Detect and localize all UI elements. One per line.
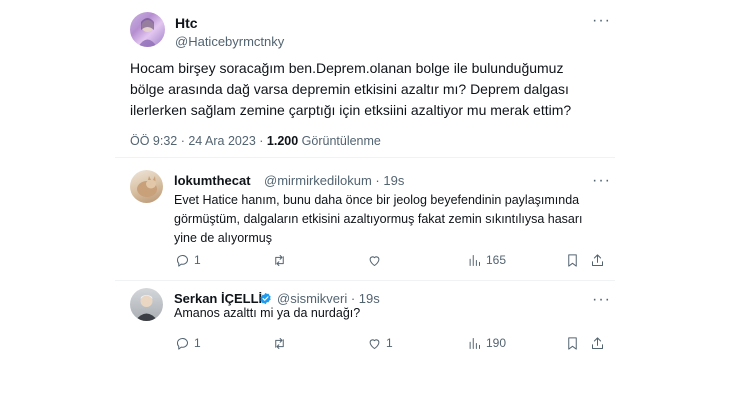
avatar[interactable] bbox=[130, 170, 163, 203]
reply-icon bbox=[176, 337, 188, 350]
author-handle[interactable]: @Haticebyrmctnky bbox=[175, 34, 284, 49]
avatar[interactable] bbox=[130, 288, 163, 321]
tweet-text: Hocam birşey soracağım ben.Deprem.olanan… bbox=[130, 60, 572, 118]
more-icon[interactable]: ··· bbox=[592, 173, 611, 189]
view-count: 165 bbox=[486, 253, 507, 267]
like-icon bbox=[369, 338, 380, 349]
like-count: 1 bbox=[386, 336, 393, 350]
view-count: 190 bbox=[486, 336, 507, 350]
bookmark-button[interactable] bbox=[565, 250, 580, 270]
views-button[interactable]: 190 bbox=[467, 333, 506, 353]
retweet-button[interactable] bbox=[272, 333, 291, 353]
views-icon bbox=[469, 254, 480, 266]
reply-icon bbox=[176, 254, 188, 267]
avatar-image bbox=[138, 18, 157, 47]
retweet-button[interactable] bbox=[272, 250, 291, 270]
divider bbox=[115, 157, 615, 158]
tweet-time[interactable]: ÖÖ 9:32 · 24 Ara 2023 · bbox=[130, 134, 267, 148]
avatar-image bbox=[137, 176, 157, 197]
reply-button[interactable]: 1 bbox=[175, 250, 201, 270]
reply-author-handle[interactable]: @mirmirkedilokum · 19s bbox=[264, 173, 404, 188]
avatar[interactable] bbox=[130, 12, 165, 47]
retweet-icon bbox=[275, 254, 284, 266]
reply-text: Evet Hatice hanım, bunu daha önce bir je… bbox=[174, 193, 583, 245]
share-button[interactable] bbox=[590, 333, 605, 353]
more-icon[interactable]: ··· bbox=[592, 13, 611, 29]
share-icon bbox=[592, 253, 603, 266]
bookmark-icon bbox=[568, 253, 577, 267]
views-button[interactable]: 165 bbox=[467, 250, 506, 270]
divider bbox=[115, 280, 615, 281]
reply-actions: 1 1 190 bbox=[175, 333, 605, 353]
reply-count: 1 bbox=[194, 253, 201, 267]
views-count: 1.200 bbox=[266, 134, 299, 148]
share-icon bbox=[592, 336, 603, 349]
tweet-meta: ÖÖ 9:32 · 24 Ara 2023 · 1.200 Görüntülen… bbox=[130, 134, 381, 148]
views-label: Görüntülenme bbox=[301, 134, 381, 148]
reply-count: 1 bbox=[194, 336, 201, 350]
reply-actions: 1 165 bbox=[175, 250, 605, 270]
reply-button[interactable]: 1 bbox=[175, 333, 201, 353]
author-name[interactable]: Htc bbox=[175, 15, 198, 31]
avatar-image bbox=[135, 295, 158, 321]
reply-text: Amanos azalttı mi ya da nurdağı? bbox=[174, 306, 361, 320]
bookmark-icon bbox=[568, 336, 577, 350]
retweet-icon bbox=[275, 337, 284, 349]
like-button[interactable] bbox=[367, 250, 386, 270]
reply-author-name[interactable]: lokumthecat bbox=[174, 173, 251, 188]
share-button[interactable] bbox=[590, 250, 605, 270]
views-icon bbox=[469, 337, 480, 349]
like-icon bbox=[369, 255, 380, 266]
bookmark-button[interactable] bbox=[565, 333, 580, 353]
like-button[interactable]: 1 bbox=[367, 333, 393, 353]
tweet-thread: Htc @Haticebyrmctnky ··· Hocam birşey so… bbox=[115, 0, 615, 366]
